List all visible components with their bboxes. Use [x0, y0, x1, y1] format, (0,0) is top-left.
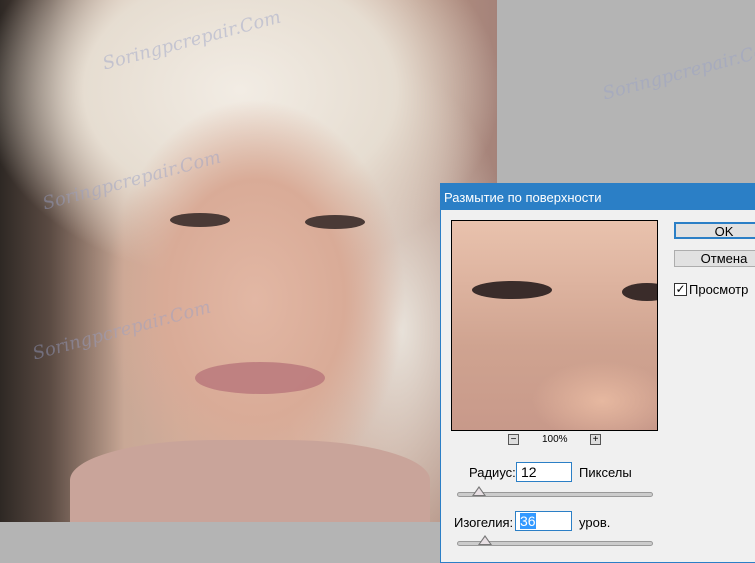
threshold-slider-thumb[interactable]: [478, 535, 493, 545]
image-canvas: [0, 0, 497, 522]
radius-input[interactable]: 12: [516, 462, 572, 482]
photo-lips: [195, 362, 325, 394]
preview-eye: [622, 283, 657, 301]
preview-checkbox[interactable]: ✓ Просмотр: [674, 282, 748, 297]
threshold-label: Изогелия:: [454, 515, 514, 530]
zoom-out-button[interactable]: −: [508, 434, 519, 445]
surface-blur-dialog: Размытие по поверхности OK Отмена ✓ Прос…: [440, 183, 755, 563]
threshold-value: 36: [520, 513, 536, 529]
preview-eye: [472, 281, 552, 299]
photo-neck: [70, 440, 430, 522]
preview-label: Просмотр: [689, 282, 749, 297]
dialog-title[interactable]: Размытие по поверхности: [441, 184, 755, 210]
zoom-in-button[interactable]: +: [590, 434, 601, 445]
cancel-button[interactable]: Отмена: [674, 250, 755, 267]
radius-label: Радиус:: [469, 465, 516, 480]
checkmark-icon[interactable]: ✓: [674, 283, 687, 296]
threshold-unit: уров.: [579, 515, 611, 530]
photo-eye-right: [305, 215, 365, 229]
threshold-slider[interactable]: [457, 535, 653, 546]
radius-unit: Пикселы: [579, 465, 632, 480]
preview-pane[interactable]: [451, 220, 658, 431]
radius-slider-thumb[interactable]: [472, 486, 487, 496]
threshold-input[interactable]: 36: [515, 511, 572, 531]
radius-slider[interactable]: [457, 486, 653, 497]
watermark: Soringpcrepair.Com: [600, 36, 755, 105]
photo-eye-left: [170, 213, 230, 227]
ok-button[interactable]: OK: [674, 222, 755, 239]
zoom-level: 100%: [542, 434, 568, 445]
